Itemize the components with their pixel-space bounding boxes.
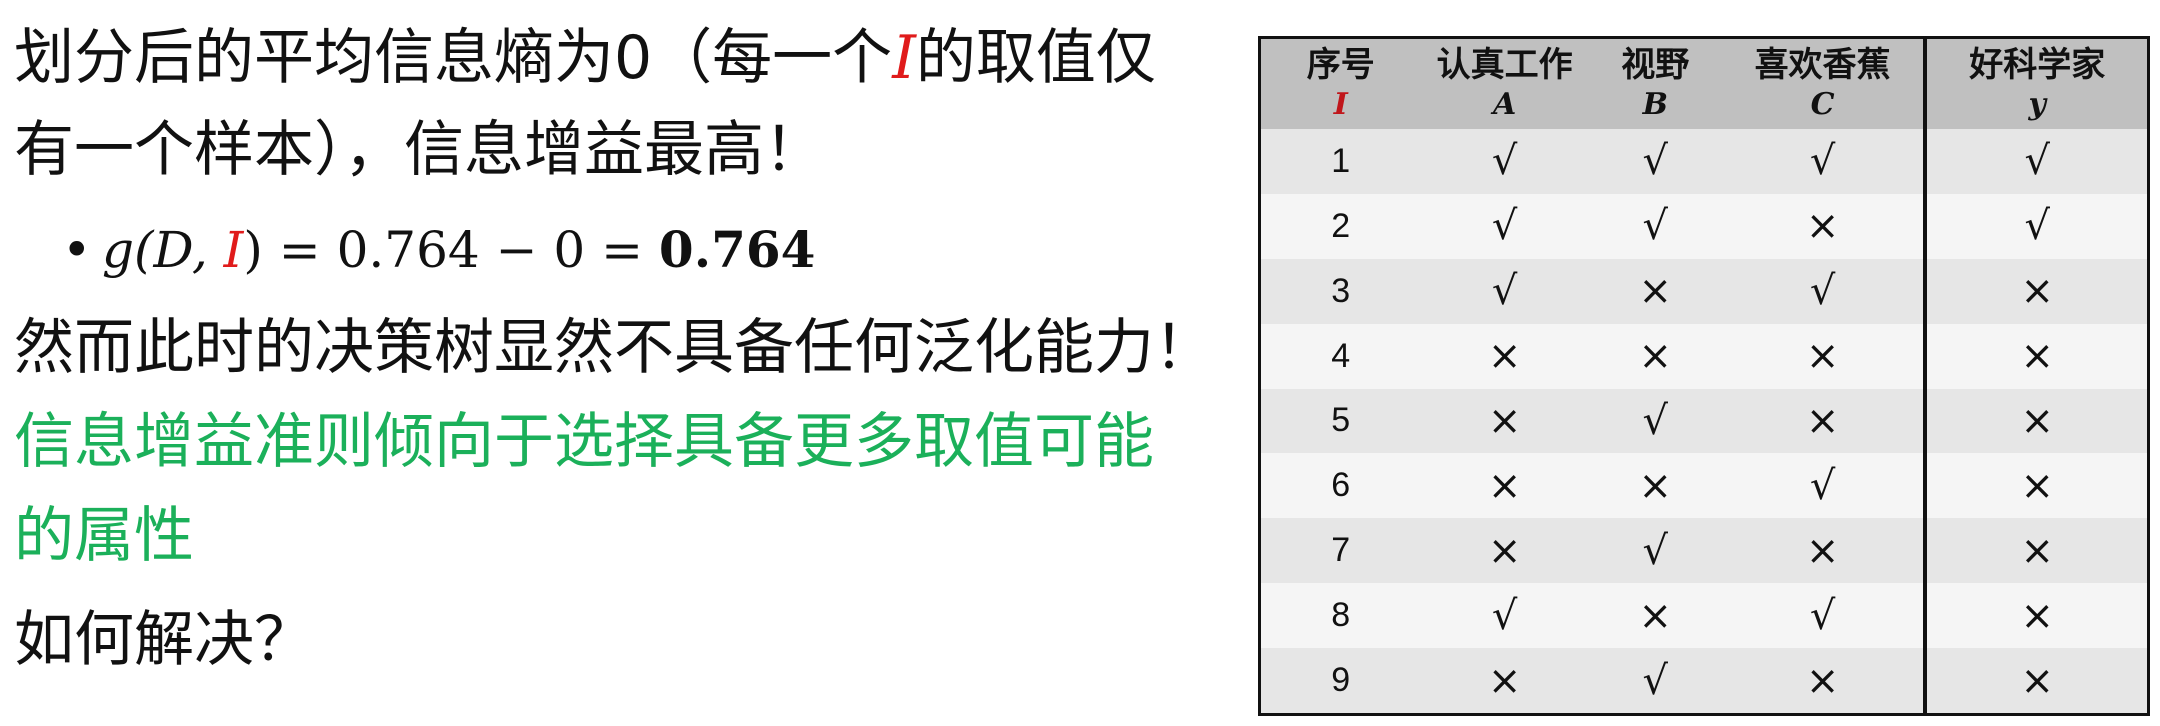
table-row: 1 √ √ √ √ <box>1261 129 2147 194</box>
cell-index: 8 <box>1261 583 1421 648</box>
cell-b: × <box>1588 323 1722 389</box>
cell-y: × <box>1923 648 2147 713</box>
cell-c: × <box>1721 323 1926 389</box>
header-c: 喜欢香蕉 C <box>1721 39 1926 129</box>
header-symbol: B <box>1642 87 1668 122</box>
cell-b: × <box>1588 453 1722 519</box>
header-symbol: I <box>1333 87 1348 122</box>
cell-a: √ <box>1420 193 1589 259</box>
text-segment: 划分后的平均信息熵为0（每一个 <box>14 23 893 93</box>
formula-g: g <box>102 221 135 279</box>
cell-c: √ <box>1721 583 1926 648</box>
cell-index: 5 <box>1261 388 1421 454</box>
header-label: 序号 <box>1306 46 1375 84</box>
green-line-1: 信息增益准则倾向于选择具备更多取值可能 <box>14 407 1154 477</box>
cell-y: × <box>1923 258 2147 324</box>
table-row: 7 × √ × × <box>1261 518 2147 584</box>
green-line-2: 的属性 <box>14 501 194 571</box>
cell-a: √ <box>1420 129 1589 194</box>
header-label: 认真工作 <box>1436 46 1573 84</box>
formula-open: (D, <box>134 221 224 279</box>
cell-index: 1 <box>1261 129 1421 194</box>
cell-a: √ <box>1420 583 1589 648</box>
table-row: 8 √ × √ × <box>1261 583 2147 648</box>
header-index: 序号 I <box>1261 39 1421 129</box>
header-a: 认真工作 A <box>1420 39 1589 129</box>
cell-index: 9 <box>1261 648 1421 713</box>
cell-index: 4 <box>1261 323 1421 389</box>
cell-b: √ <box>1588 648 1722 713</box>
cell-index: 2 <box>1261 193 1421 259</box>
cell-c: × <box>1721 388 1926 454</box>
table-row: 6 × × √ × <box>1261 453 2147 519</box>
text-line-1: 划分后的平均信息熵为0（每一个I的取值仅 <box>14 14 1156 102</box>
header-symbol: A <box>1492 87 1517 122</box>
formula-result: 0.764 <box>658 220 816 279</box>
cell-a: × <box>1420 518 1589 584</box>
cell-y: × <box>1923 388 2147 454</box>
cell-b: √ <box>1588 129 1722 194</box>
cell-b: × <box>1588 258 1722 324</box>
header-label: 视野 <box>1621 46 1690 84</box>
header-symbol: C <box>1810 87 1835 122</box>
cell-c: √ <box>1721 453 1926 519</box>
header-y: 好科学家 y <box>1923 39 2147 129</box>
cell-a: × <box>1420 388 1589 454</box>
header-label: 喜欢香蕉 <box>1754 46 1891 84</box>
data-table: 序号 I 认真工作 A 视野 B 喜欢香蕉 C 好科学家 y 1 √ √ √ √ 2 √ … <box>1258 36 2150 716</box>
header-label: 好科学家 <box>1969 46 2106 84</box>
cell-a: × <box>1420 648 1589 713</box>
cell-b: √ <box>1588 388 1722 454</box>
cell-c: √ <box>1721 129 1926 194</box>
cell-index: 3 <box>1261 258 1421 324</box>
table-header-row: 序号 I 认真工作 A 视野 B 喜欢香蕉 C 好科学家 y <box>1261 39 2147 129</box>
variable-i: I <box>892 23 916 93</box>
cell-y: × <box>1923 583 2147 648</box>
text-segment: 的取值仅 <box>915 23 1156 93</box>
formula-var-i: I <box>223 221 244 279</box>
cell-c: × <box>1721 518 1926 584</box>
table-row: 5 × √ × × <box>1261 388 2147 454</box>
table-row: 2 √ √ × √ <box>1261 193 2147 259</box>
cell-c: √ <box>1721 258 1926 324</box>
cell-index: 7 <box>1261 518 1421 584</box>
table-row: 9 × √ × × <box>1261 648 2147 713</box>
header-b: 视野 B <box>1588 39 1722 129</box>
cell-c: × <box>1721 648 1926 713</box>
question-line: 如何解决？ <box>14 605 314 675</box>
text-line-4: 然而此时的决策树显然不具备任何泛化能力！ <box>14 313 1214 383</box>
cell-a: × <box>1420 453 1589 519</box>
formula-line: • g(D, I) = 0.764 − 0 = 0.764 <box>62 210 815 290</box>
cell-y: × <box>1923 323 2147 389</box>
cell-y: √ <box>1923 129 2147 194</box>
cell-index: 6 <box>1261 453 1421 519</box>
cell-c: × <box>1721 193 1926 259</box>
cell-a: √ <box>1420 258 1589 324</box>
cell-b: √ <box>1588 193 1722 259</box>
table-row: 3 √ × √ × <box>1261 258 2147 324</box>
formula-rest: ) = 0.764 − 0 = <box>243 221 659 279</box>
cell-y: × <box>1923 518 2147 584</box>
header-symbol: y <box>2028 87 2046 122</box>
cell-b: × <box>1588 583 1722 648</box>
cell-y: × <box>1923 453 2147 519</box>
text-line-2: 有一个样本），信息增益最高！ <box>14 115 824 185</box>
cell-a: × <box>1420 323 1589 389</box>
bullet: • <box>62 221 92 279</box>
table-row: 4 × × × × <box>1261 323 2147 389</box>
cell-y: √ <box>1923 193 2147 259</box>
cell-b: √ <box>1588 518 1722 584</box>
